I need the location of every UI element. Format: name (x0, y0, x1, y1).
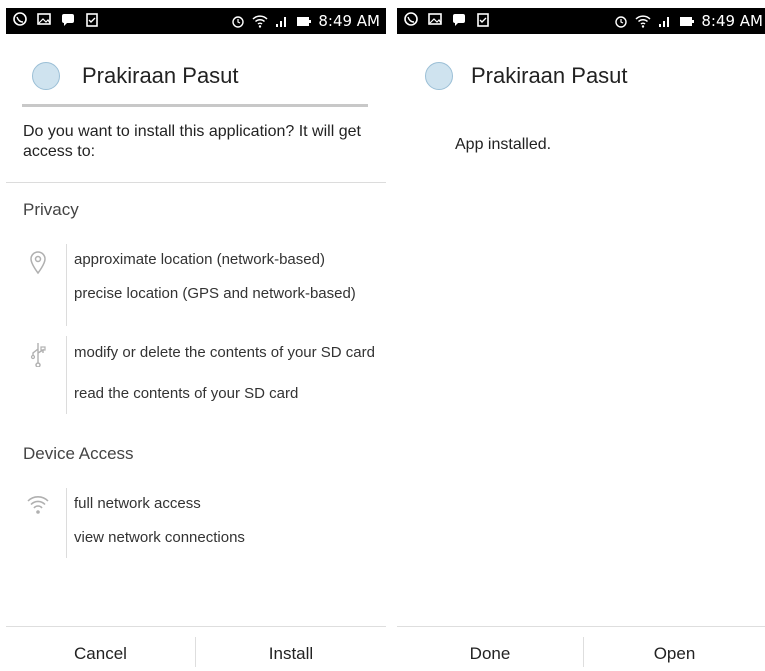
signal-icon (659, 17, 670, 27)
app-title: Prakiraan Pasut (471, 63, 628, 88)
permission-bar (66, 244, 67, 326)
wifi-status-icon (635, 15, 651, 28)
section-title-privacy: Privacy (23, 200, 79, 219)
permission-item: modify or delete the contents of your SD… (74, 344, 375, 361)
battery-icon (680, 17, 695, 26)
permission-bar (66, 336, 67, 414)
permission-item: approximate location (network-based) (74, 251, 325, 268)
header-divider (22, 104, 368, 107)
whatsapp-icon (13, 12, 27, 26)
install-question: Do you want to install this application?… (23, 123, 361, 160)
done-button[interactable]: Done (397, 627, 583, 671)
alarm-icon (615, 16, 628, 28)
permission-item: full network access (74, 495, 201, 512)
messages-icon (453, 14, 465, 26)
whatsapp-icon (404, 12, 418, 26)
screenshot-gap (386, 0, 397, 671)
cancel-button[interactable]: Cancel (6, 627, 195, 671)
permission-bar (66, 488, 67, 558)
installed-message: App installed. (455, 136, 552, 153)
install-screen: 8:49 AM Prakiraan Pasut Do you want to i… (6, 0, 386, 671)
signal-icon (276, 17, 287, 27)
status-bar: 8:49 AM (6, 8, 386, 34)
install-button[interactable]: Install (196, 627, 386, 671)
battery-icon (297, 17, 312, 26)
permission-item: precise location (GPS and network-based) (74, 285, 356, 302)
permission-item: view network connections (74, 529, 245, 546)
messages-icon (62, 14, 74, 26)
location-icon (30, 251, 46, 275)
button-bar: Cancel Install (6, 626, 386, 671)
app-icon (425, 62, 453, 90)
open-button[interactable]: Open (584, 627, 765, 671)
alarm-icon (232, 16, 245, 28)
wifi-status-icon (252, 15, 268, 28)
usb-icon (30, 343, 46, 367)
clipboard-icon (477, 13, 489, 27)
wifi-icon (27, 496, 49, 514)
gallery-icon (37, 13, 51, 25)
divider (6, 182, 386, 183)
status-time: 8:49 AM (318, 12, 380, 30)
gallery-icon (428, 13, 442, 25)
clipboard-icon (86, 13, 98, 27)
button-bar: Done Open (397, 626, 765, 671)
installed-screen: 8:49 AM Prakiraan Pasut App installed. D… (397, 0, 765, 671)
app-header: Prakiraan Pasut (397, 52, 765, 100)
app-icon (32, 62, 60, 90)
status-time: 8:49 AM (701, 12, 763, 30)
app-title: Prakiraan Pasut (82, 63, 239, 88)
status-bar: 8:49 AM (397, 8, 765, 34)
permission-item: read the contents of your SD card (74, 385, 299, 402)
app-header: Prakiraan Pasut (6, 52, 386, 100)
section-title-device-access: Device Access (23, 444, 134, 463)
